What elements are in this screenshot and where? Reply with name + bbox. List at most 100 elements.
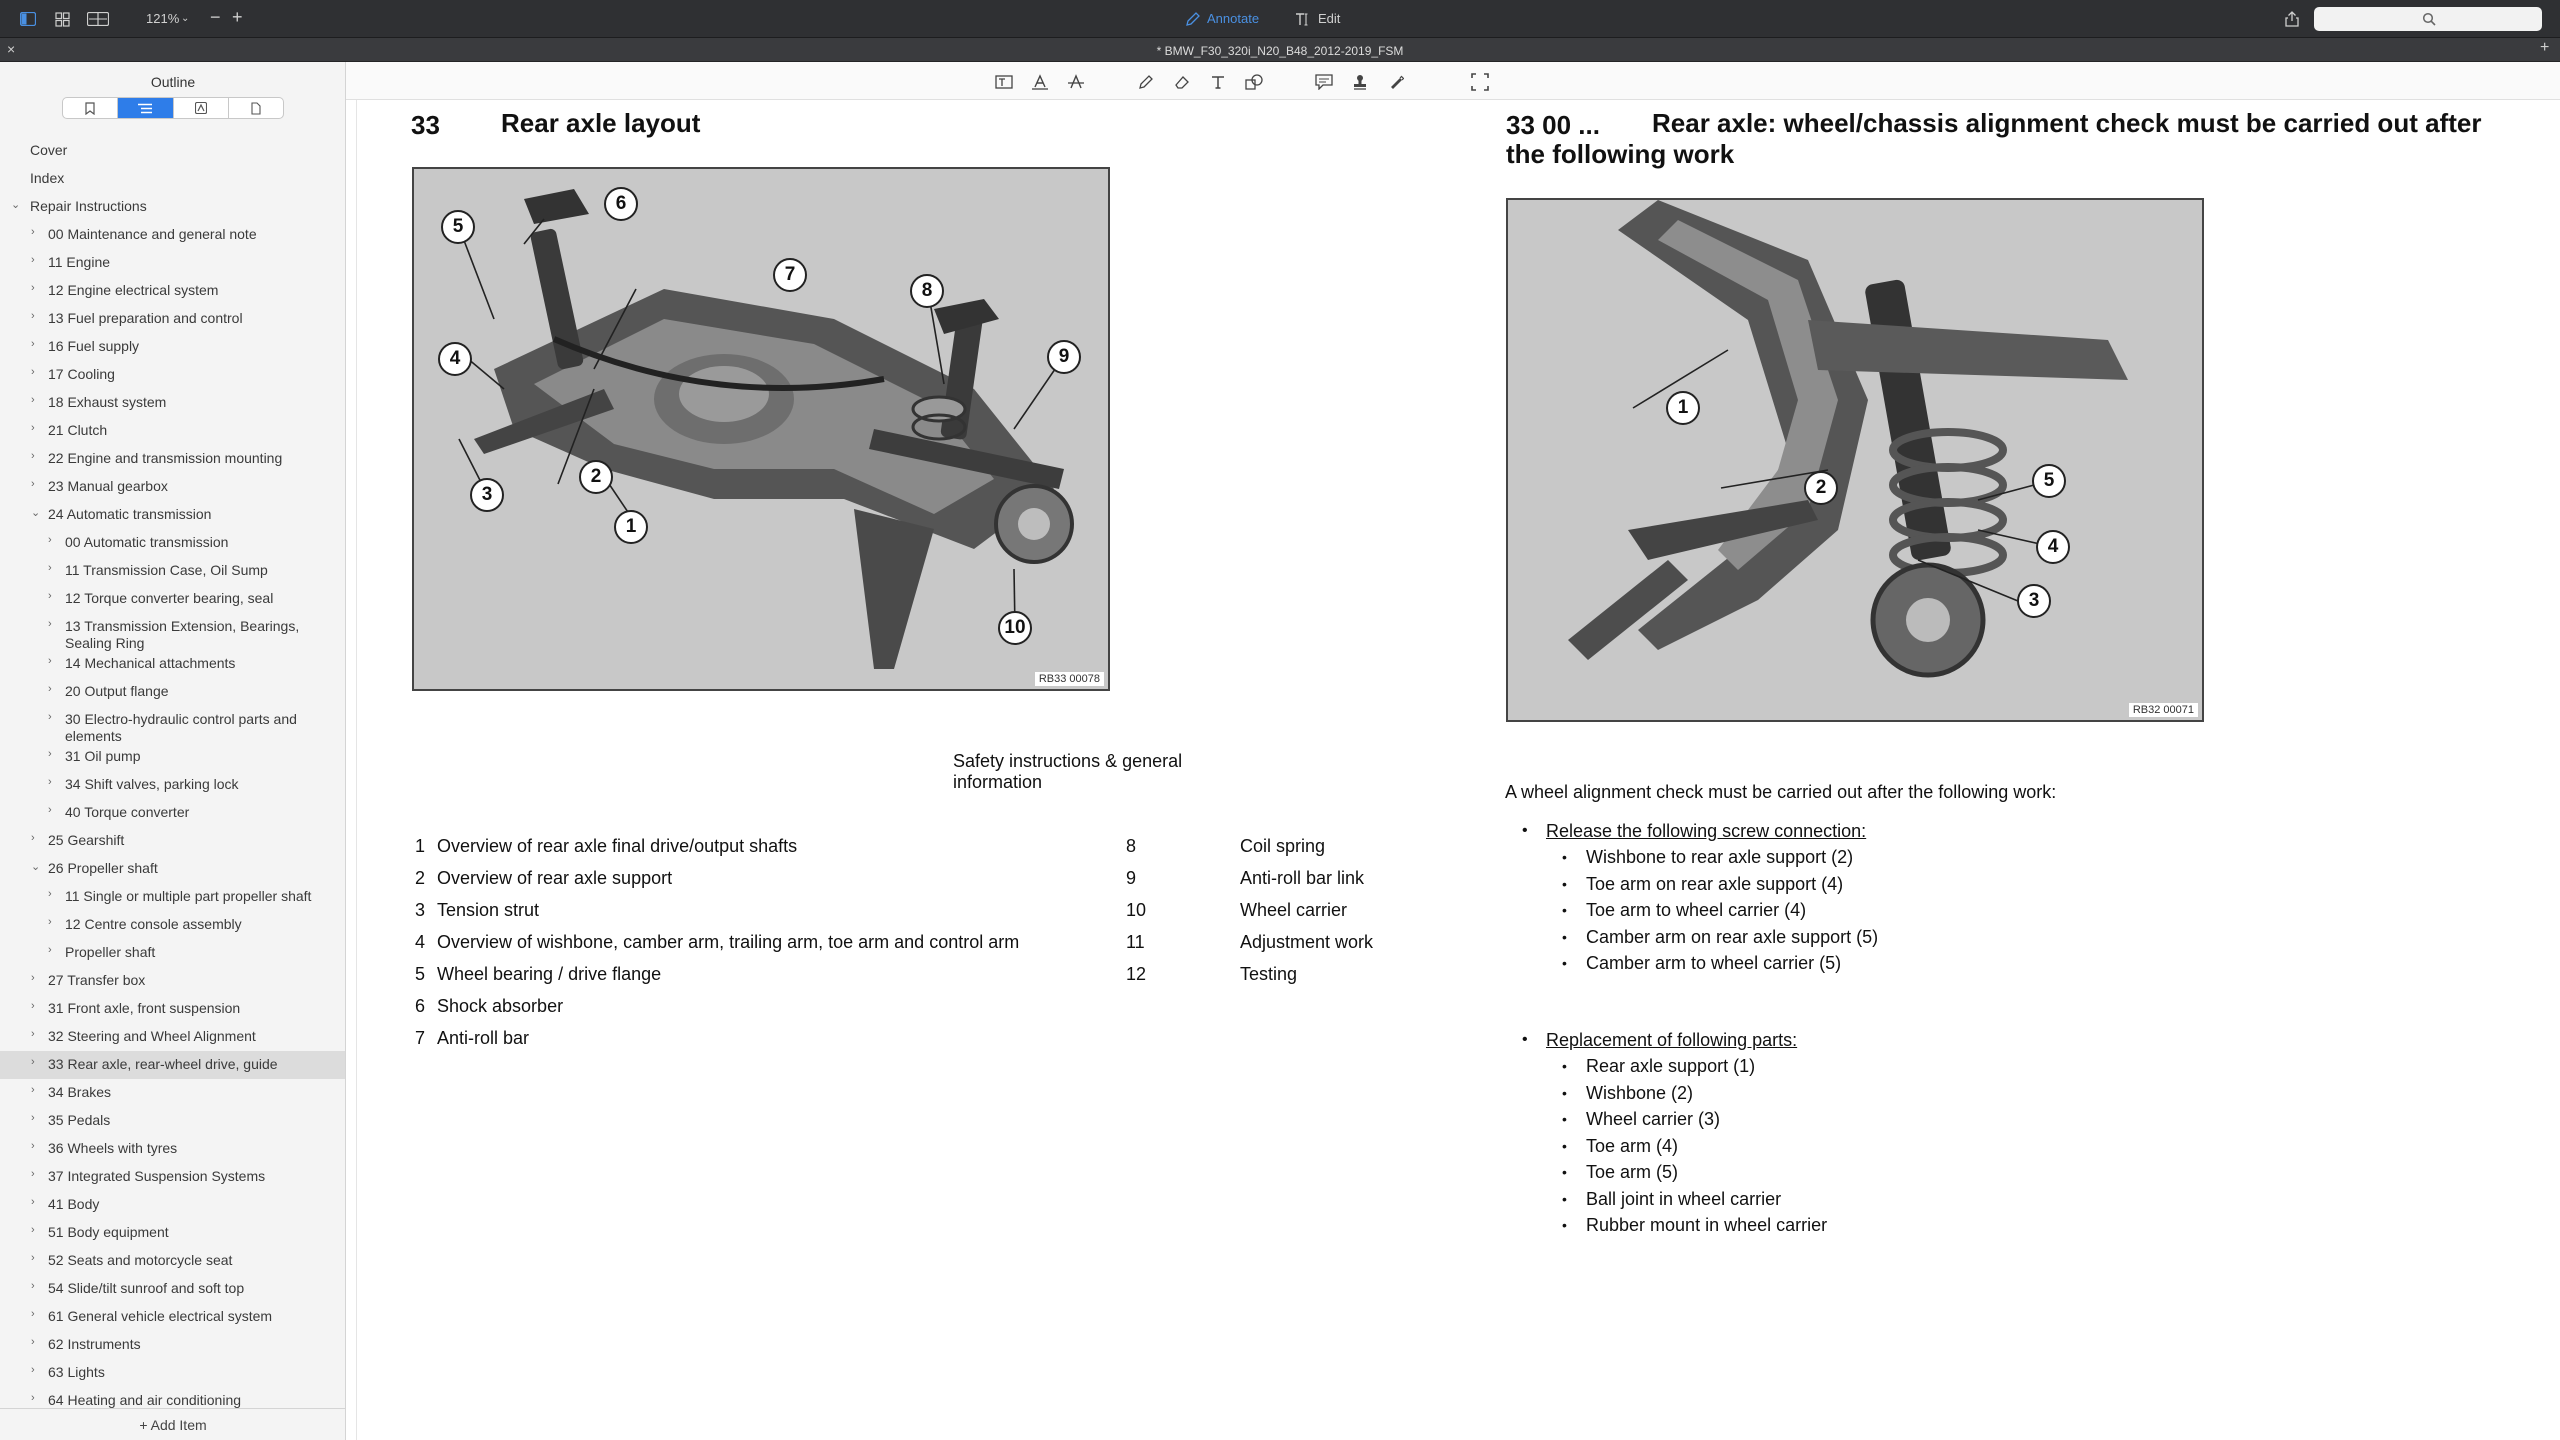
chevron-right-icon[interactable]: › <box>31 1084 35 1096</box>
chevron-right-icon[interactable]: › <box>31 1000 35 1012</box>
chevron-down-icon[interactable]: ⌄ <box>31 860 40 873</box>
outline-item[interactable]: › 40 Torque converter <box>0 799 345 827</box>
outline-item[interactable]: › 36 Wheels with tyres <box>0 1135 345 1163</box>
outline-list-icon[interactable] <box>118 98 174 118</box>
section-heading-link[interactable]: Release the following screw connection: <box>1546 821 1866 842</box>
outline-item[interactable]: › 35 Pedals <box>0 1107 345 1135</box>
outline-item[interactable]: › 52 Seats and motorcycle seat <box>0 1247 345 1275</box>
chevron-down-icon[interactable]: ⌄ <box>181 13 189 24</box>
chevron-right-icon[interactable]: › <box>31 1364 35 1376</box>
chevron-right-icon[interactable]: › <box>31 1280 35 1292</box>
text-box-icon[interactable] <box>994 72 1014 92</box>
chevron-right-icon[interactable]: › <box>31 478 35 490</box>
chevron-right-icon[interactable]: › <box>31 1252 35 1264</box>
outline-item[interactable]: › 11 Engine <box>0 249 345 277</box>
outline-item[interactable]: › 61 General vehicle electrical system <box>0 1303 345 1331</box>
chevron-right-icon[interactable]: › <box>31 1224 35 1236</box>
chevron-right-icon[interactable]: › <box>48 618 52 630</box>
chevron-right-icon[interactable]: › <box>31 1028 35 1040</box>
outline-item[interactable]: › 12 Torque converter bearing, seal <box>0 585 345 613</box>
chevron-right-icon[interactable]: › <box>31 394 35 406</box>
eraser-icon[interactable] <box>1172 72 1192 92</box>
index-link[interactable]: Overview of rear axle support <box>437 868 672 889</box>
strikethrough-icon[interactable] <box>1066 72 1086 92</box>
outline-item[interactable]: › 00 Maintenance and general note <box>0 221 345 249</box>
outline-item[interactable]: › 41 Body <box>0 1191 345 1219</box>
chevron-right-icon[interactable]: › <box>48 776 52 788</box>
chevron-right-icon[interactable]: › <box>48 888 52 900</box>
chevron-down-icon[interactable]: ⌄ <box>31 506 40 519</box>
signature-icon[interactable] <box>1386 72 1406 92</box>
sidebar-toggle-icon[interactable] <box>19 10 37 28</box>
index-link[interactable]: Tension strut <box>437 900 539 921</box>
highlight-text-icon[interactable] <box>1030 72 1050 92</box>
outline-item[interactable]: ⌄ Repair Instructions <box>0 193 345 221</box>
crop-select-icon[interactable] <box>1470 72 1490 92</box>
index-link[interactable]: Coil spring <box>1240 836 1325 857</box>
new-tab-button[interactable]: + <box>2540 39 2549 57</box>
chevron-right-icon[interactable]: › <box>31 1392 35 1404</box>
stamp-icon[interactable] <box>1350 72 1370 92</box>
page-layout-icon[interactable] <box>86 10 110 28</box>
chevron-right-icon[interactable]: › <box>31 1168 35 1180</box>
chevron-right-icon[interactable]: › <box>48 683 52 695</box>
chevron-right-icon[interactable]: › <box>31 310 35 322</box>
chevron-right-icon[interactable]: › <box>31 972 35 984</box>
pen-icon[interactable] <box>1184 10 1202 28</box>
zoom-in-button[interactable]: + <box>232 7 243 28</box>
index-link[interactable]: Overview of rear axle final drive/output… <box>437 836 797 857</box>
outline-item[interactable]: ⌄ 26 Propeller shaft <box>0 855 345 883</box>
index-link[interactable]: Anti-roll bar <box>437 1028 529 1049</box>
outline-item[interactable]: › 22 Engine and transmission mounting <box>0 445 345 473</box>
chevron-down-icon[interactable]: ⌄ <box>11 198 20 211</box>
outline-item[interactable]: › 51 Body equipment <box>0 1219 345 1247</box>
outline-item[interactable]: › 12 Centre console assembly <box>0 911 345 939</box>
chevron-right-icon[interactable]: › <box>31 450 35 462</box>
outline-item[interactable]: › 11 Single or multiple part propeller sh… <box>0 883 345 911</box>
outline-item[interactable]: › 30 Electro-hydraulic control parts and e… <box>0 706 345 744</box>
chevron-right-icon[interactable]: › <box>31 226 35 238</box>
chevron-right-icon[interactable]: › <box>48 590 52 602</box>
chevron-right-icon[interactable]: › <box>31 282 35 294</box>
chevron-right-icon[interactable]: › <box>31 338 35 350</box>
chevron-right-icon[interactable]: › <box>31 254 35 266</box>
index-link[interactable]: Wheel carrier <box>1240 900 1347 921</box>
outline-item[interactable]: › 17 Cooling <box>0 361 345 389</box>
outline-item[interactable]: › 13 Transmission Extension, Bearings, Sea… <box>0 613 345 651</box>
chevron-right-icon[interactable]: › <box>31 832 35 844</box>
section-heading-link[interactable]: Replacement of following parts: <box>1546 1030 1797 1051</box>
chevron-right-icon[interactable]: › <box>31 1336 35 1348</box>
outline-item[interactable]: › 12 Engine electrical system <box>0 277 345 305</box>
outline-item[interactable]: Index <box>0 165 345 193</box>
outline-item[interactable]: Cover <box>0 137 345 165</box>
chevron-right-icon[interactable]: › <box>48 711 52 723</box>
add-item-button[interactable]: + Add Item <box>0 1408 345 1440</box>
thumbnail-grid-icon[interactable] <box>53 10 71 28</box>
chevron-right-icon[interactable]: › <box>31 422 35 434</box>
comment-icon[interactable] <box>1314 72 1334 92</box>
annotate-button[interactable]: Annotate <box>1207 11 1259 26</box>
index-link[interactable]: Shock absorber <box>437 996 563 1017</box>
outline-item[interactable]: › 34 Shift valves, parking lock <box>0 771 345 799</box>
annotations-icon[interactable] <box>174 98 229 118</box>
outline-item[interactable]: › 33 Rear axle, rear-wheel drive, guide <box>0 1051 345 1079</box>
text-tool-icon[interactable] <box>1208 72 1228 92</box>
chevron-right-icon[interactable]: › <box>31 1308 35 1320</box>
bookmark-icon[interactable] <box>63 98 119 118</box>
edit-button[interactable]: Edit <box>1318 11 1340 26</box>
outline-item[interactable]: › 14 Mechanical attachments <box>0 650 345 678</box>
chevron-right-icon[interactable]: › <box>48 655 52 667</box>
outline-item[interactable]: › 31 Front axle, front suspension <box>0 995 345 1023</box>
outline-item[interactable]: › 20 Output flange <box>0 678 345 706</box>
search-input[interactable] <box>2314 7 2542 31</box>
outline-item[interactable]: › 16 Fuel supply <box>0 333 345 361</box>
chevron-right-icon[interactable]: › <box>31 1196 35 1208</box>
chevron-right-icon[interactable]: › <box>31 1056 35 1068</box>
index-link[interactable]: Anti-roll bar link <box>1240 868 1364 889</box>
outline-item[interactable]: › 13 Fuel preparation and control <box>0 305 345 333</box>
page-icon[interactable] <box>229 98 283 118</box>
text-cursor-icon[interactable] <box>1293 10 1311 28</box>
outline-item[interactable]: › 18 Exhaust system <box>0 389 345 417</box>
outline-item[interactable]: › Propeller shaft <box>0 939 345 967</box>
outline-item[interactable]: › 63 Lights <box>0 1359 345 1387</box>
